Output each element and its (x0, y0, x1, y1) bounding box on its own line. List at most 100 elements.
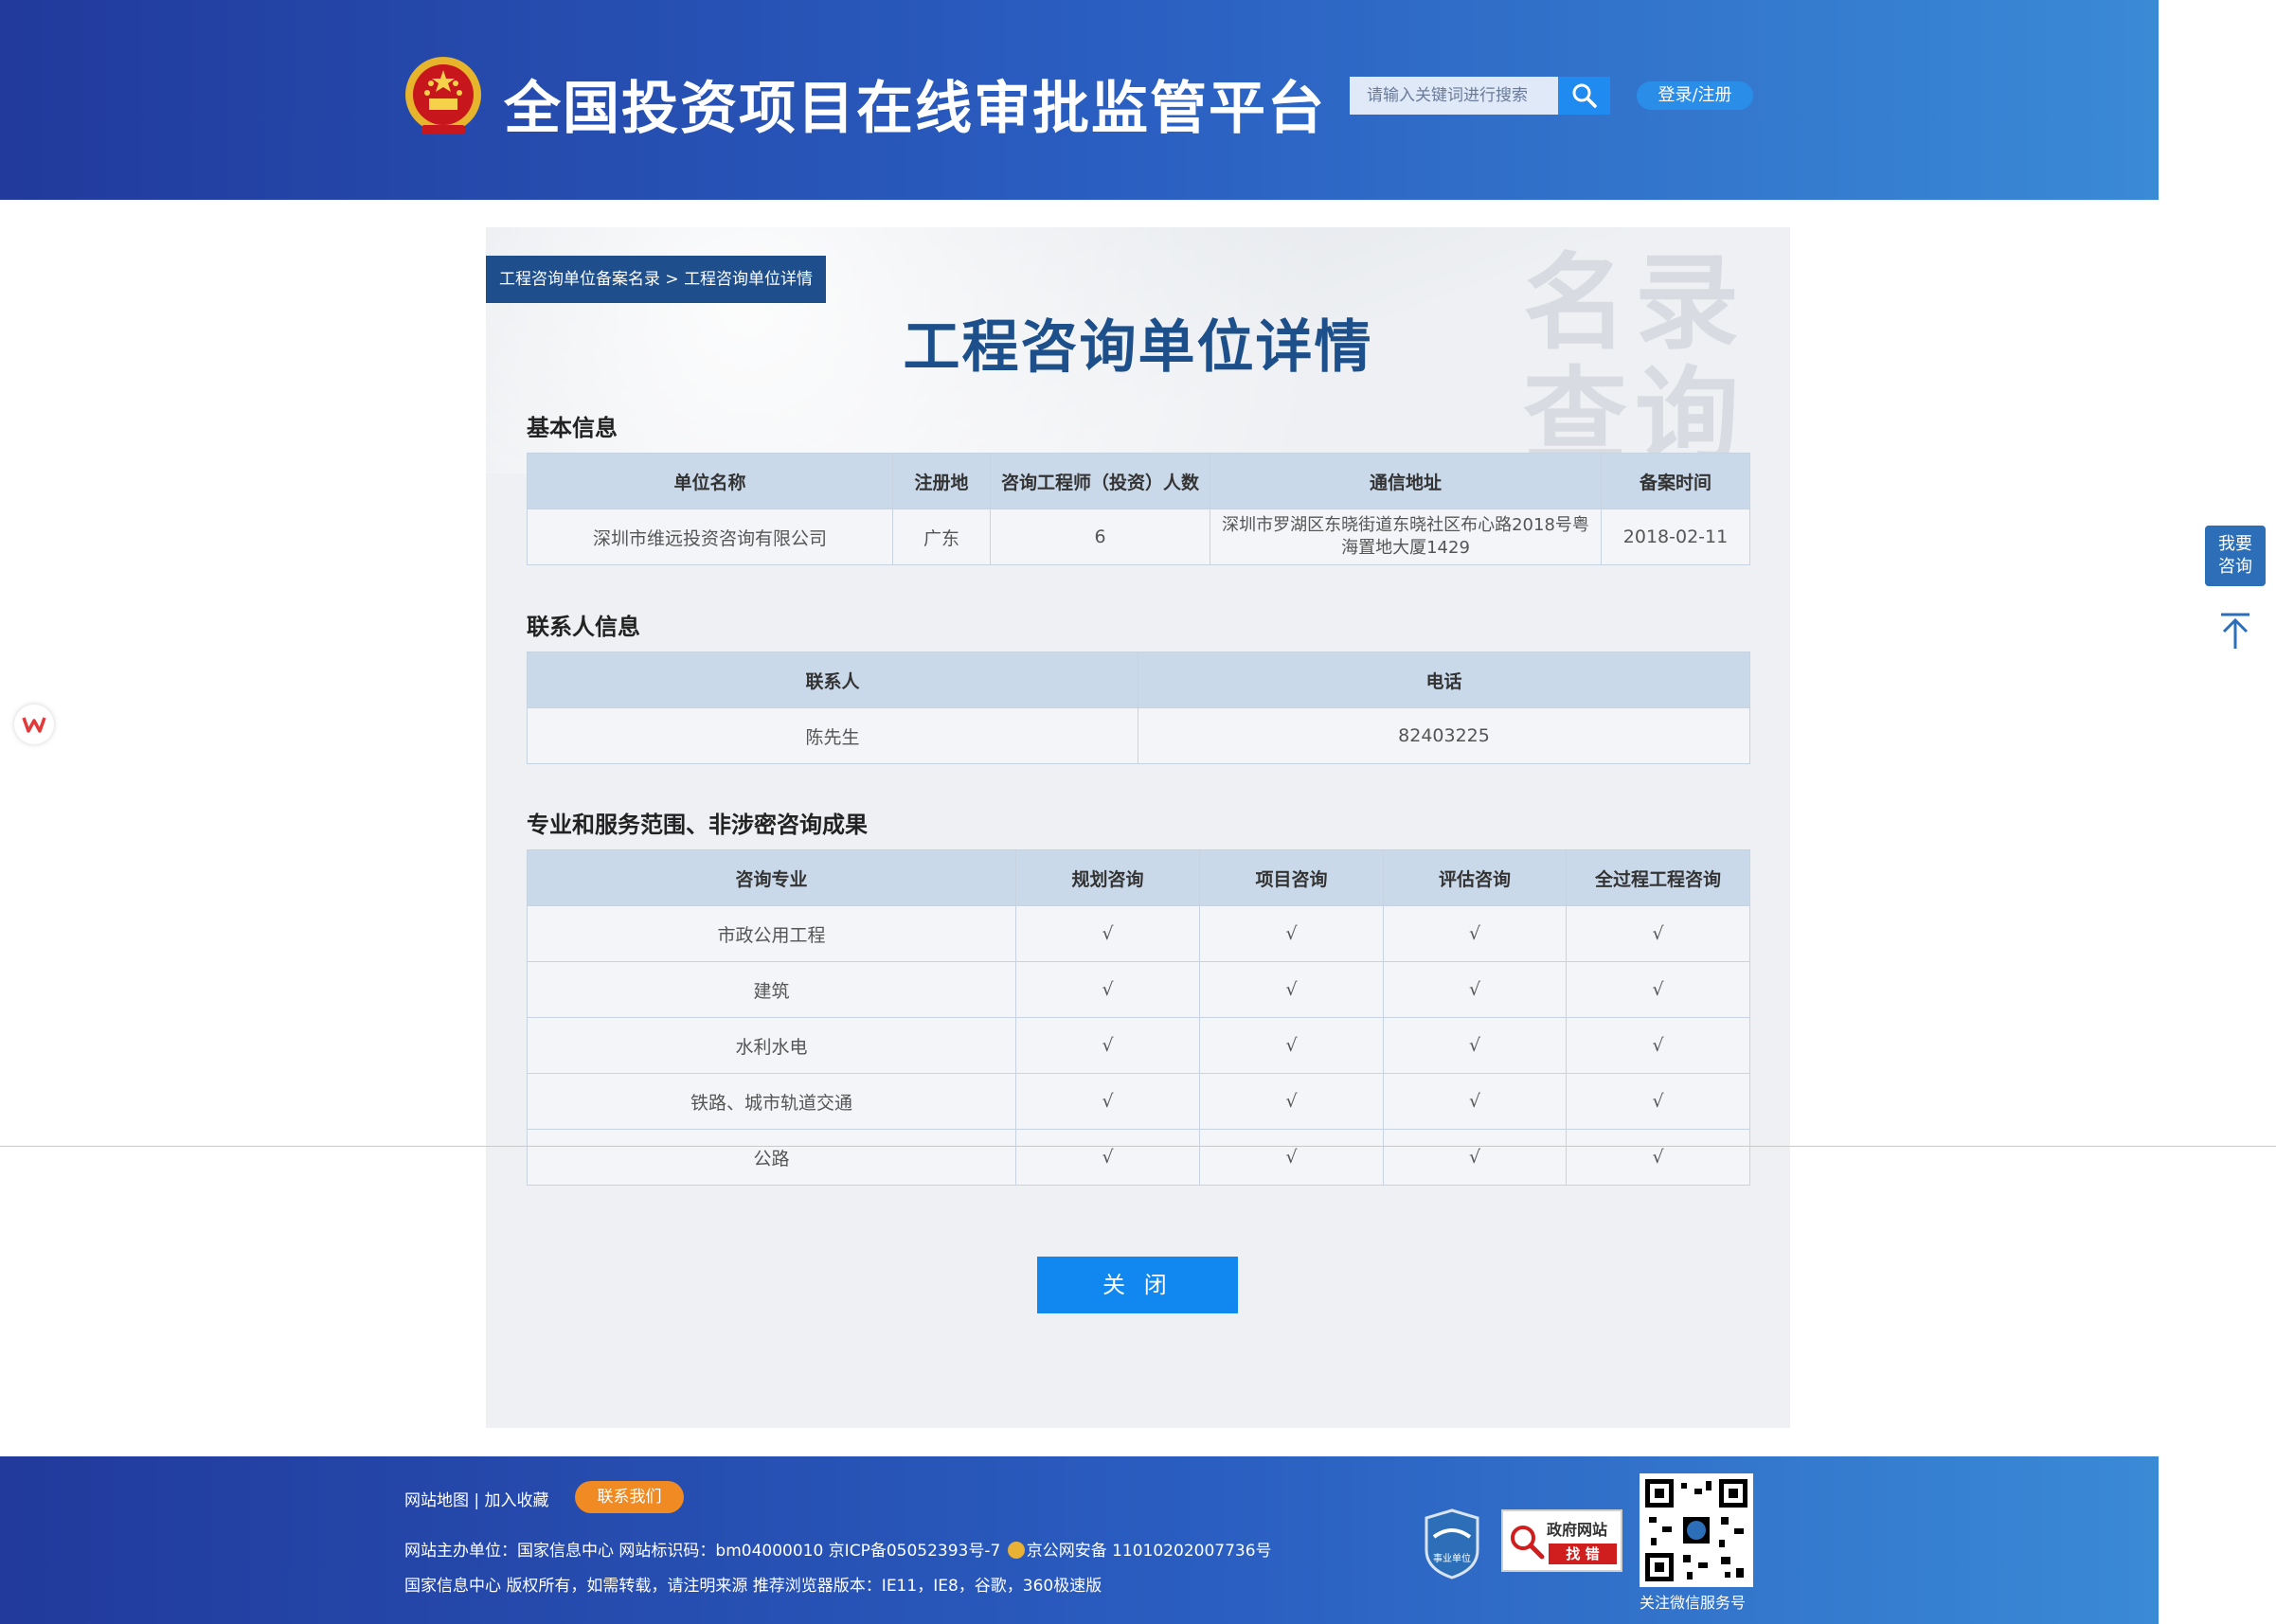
breadcrumb-separator: > (660, 270, 685, 289)
contact-info-table: 联系人 电话 陈先生 82403225 (527, 651, 1750, 764)
qr-caption: 关注微信服务号 (1640, 1594, 1747, 1612)
cell-reg-place: 广东 (892, 509, 991, 565)
header-full-process: 全过程工程咨询 (1566, 849, 1750, 906)
check-mark: √ (1383, 1017, 1567, 1074)
header-project: 项目咨询 (1199, 849, 1384, 906)
footer-sponsor-text: 网站主办单位：国家信息中心 网站标识码：bm04000010 京ICP备0505… (404, 1542, 1006, 1561)
police-badge-icon (1007, 1542, 1025, 1559)
check-mark: √ (1015, 1017, 1200, 1074)
table-row: 陈先生 82403225 (527, 707, 1750, 764)
site-title: 全国投资项目在线审批监管平台 (504, 76, 1326, 142)
check-mark: √ (1383, 905, 1567, 962)
table-row: 市政公用工程 √ √ √ √ (527, 905, 1750, 962)
basic-info-table: 单位名称 注册地 咨询工程师（投资）人数 通信地址 备案时间 深圳市维远投资咨询… (527, 453, 1750, 565)
check-mark: √ (1015, 905, 1200, 962)
close-button[interactable]: 关 闭 (1037, 1257, 1238, 1313)
table-row: 深圳市维远投资咨询有限公司 广东 6 深圳市罗湖区东晓街道东晓社区布心路2018… (527, 509, 1750, 565)
page-title: 工程咨询单位详情 (903, 314, 1373, 381)
wps-float-button[interactable] (14, 705, 54, 744)
table-header-row: 联系人 电话 (527, 651, 1750, 708)
back-to-top-icon[interactable] (2217, 611, 2253, 651)
contact-info-title: 联系人信息 (527, 614, 640, 640)
footer-info-line2: 国家信息中心 版权所有，如需转载，请注明来源 推荐浏览器版本：IE11，IE8，… (404, 1577, 1102, 1596)
national-emblem-icon (405, 57, 481, 134)
check-mark: √ (1199, 1073, 1384, 1130)
breadcrumb-item-registry[interactable]: 工程咨询单位备案名录 (499, 270, 660, 289)
table-row: 水利水电 √ √ √ √ (527, 1017, 1750, 1074)
scope-title: 专业和服务范围、非涉密咨询成果 (527, 812, 868, 838)
cell-specialty: 市政公用工程 (527, 905, 1016, 962)
cell-engineer-count: 6 (990, 509, 1210, 565)
footer-police-record[interactable]: 京公网安备 11010202007736号 (1027, 1542, 1272, 1561)
check-mark: √ (1566, 961, 1750, 1018)
breadcrumb-item-current: 工程咨询单位详情 (684, 270, 814, 289)
header-record-date: 备案时间 (1601, 453, 1750, 509)
check-mark: √ (1199, 961, 1384, 1018)
check-mark: √ (1383, 1073, 1567, 1130)
check-mark: √ (1015, 1129, 1200, 1186)
table-row: 铁路、城市轨道交通 √ √ √ √ (527, 1073, 1750, 1130)
site-footer: 网站地图 | 加入收藏 联系我们 网站主办单位：国家信息中心 网站标识码：bm0… (0, 1456, 2159, 1624)
cell-specialty: 建筑 (527, 961, 1016, 1018)
consult-label-line2: 咨询 (2218, 557, 2252, 577)
search-button[interactable] (1558, 77, 1610, 115)
sitemap-link[interactable]: 网站地图 (404, 1491, 469, 1510)
header-address: 通信地址 (1210, 453, 1602, 509)
search-icon (1572, 83, 1597, 108)
consult-button[interactable]: 我要 咨询 (2205, 526, 2266, 586)
header-reg-place: 注册地 (892, 453, 991, 509)
wps-icon (22, 717, 46, 733)
footer-links: 网站地图 | 加入收藏 (404, 1487, 549, 1510)
cell-record-date: 2018-02-11 (1601, 509, 1750, 565)
check-mark: √ (1566, 1073, 1750, 1130)
wechat-qr-code (1640, 1473, 1753, 1587)
page-divider-line (0, 1146, 2276, 1147)
scope-table: 咨询专业 规划咨询 项目咨询 评估咨询 全过程工程咨询 市政公用工程 √ √ √… (527, 849, 1750, 1186)
header-contact: 联系人 (527, 651, 1138, 708)
gov-site-error-report-badge[interactable]: 政府网站 找 错 (1501, 1509, 1622, 1572)
check-mark: √ (1199, 1129, 1384, 1186)
cell-unit-name: 深圳市维远投资咨询有限公司 (527, 509, 893, 565)
footer-info-line1: 网站主办单位：国家信息中心 网站标识码：bm04000010 京ICP备0505… (404, 1537, 1272, 1561)
header-specialty: 咨询专业 (527, 849, 1016, 906)
check-mark: √ (1383, 1129, 1567, 1186)
table-row: 建筑 √ √ √ √ (527, 961, 1750, 1018)
contact-us-button[interactable]: 联系我们 (575, 1481, 684, 1513)
check-mark: √ (1199, 905, 1384, 962)
table-header-row: 单位名称 注册地 咨询工程师（投资）人数 通信地址 备案时间 (527, 453, 1750, 509)
site-header: 全国投资项目在线审批监管平台 请输入关键词进行搜索 登录/注册 (0, 0, 2159, 200)
breadcrumb: 工程咨询单位备案名录 > 工程咨询单位详情 (486, 256, 827, 303)
table-row: 公路 √ √ √ √ (527, 1129, 1750, 1186)
footer-link-divider: | (469, 1491, 485, 1510)
check-mark: √ (1015, 961, 1200, 1018)
detail-panel: 名录 查询 工程咨询单位备案名录 > 工程咨询单位详情 工程咨询单位详情 基本信… (486, 227, 1790, 1428)
add-favorite-link[interactable]: 加入收藏 (485, 1491, 549, 1510)
header-planning: 规划咨询 (1015, 849, 1200, 906)
cell-phone: 82403225 (1138, 707, 1750, 764)
search-input[interactable]: 请输入关键词进行搜索 (1350, 77, 1558, 115)
check-mark: √ (1566, 1017, 1750, 1074)
header-unit-name: 单位名称 (527, 453, 893, 509)
magnifier-icon (1511, 1526, 1545, 1560)
check-mark: √ (1199, 1017, 1384, 1074)
qr-code-icon (1645, 1479, 1747, 1581)
cell-address: 深圳市罗湖区东晓街道东晓社区布心路2018号粤海置地大厦1429 (1210, 509, 1602, 565)
check-mark: √ (1383, 961, 1567, 1018)
badge-zhaocuo-title: 政府网站 (1547, 1521, 1608, 1539)
check-mark: √ (1566, 1129, 1750, 1186)
check-mark: √ (1015, 1073, 1200, 1130)
basic-info-title: 基本信息 (527, 415, 618, 441)
badge-shiye-label: 事业单位 (1433, 1552, 1471, 1564)
public-institution-badge-icon[interactable]: 事业单位 (1423, 1508, 1481, 1579)
table-header-row: 咨询专业 规划咨询 项目咨询 评估咨询 全过程工程咨询 (527, 849, 1750, 906)
check-mark: √ (1566, 905, 1750, 962)
header-evaluation: 评估咨询 (1383, 849, 1567, 906)
header-phone: 电话 (1138, 651, 1750, 708)
cell-specialty: 公路 (527, 1129, 1016, 1186)
cell-specialty: 铁路、城市轨道交通 (527, 1073, 1016, 1130)
badge-zhaocuo-action: 找 错 (1549, 1544, 1617, 1564)
cell-specialty: 水利水电 (527, 1017, 1016, 1074)
header-engineer-count: 咨询工程师（投资）人数 (990, 453, 1210, 509)
login-register-button[interactable]: 登录/注册 (1637, 81, 1753, 110)
cell-contact: 陈先生 (527, 707, 1138, 764)
